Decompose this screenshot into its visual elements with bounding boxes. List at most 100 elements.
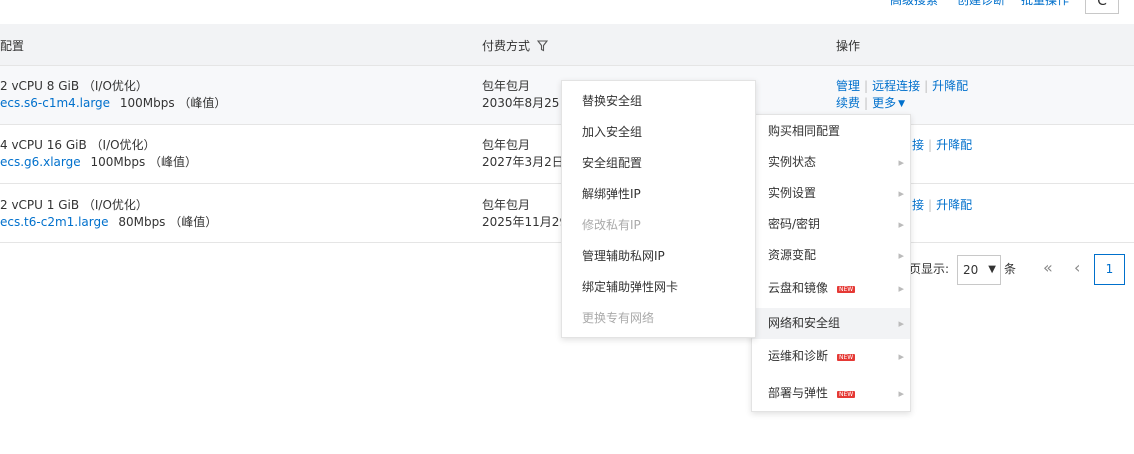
chevron-right-icon: ▸ — [898, 187, 904, 200]
network-menu-item-label: 绑定辅助弹性网卡 — [582, 280, 679, 294]
network-menu-item-label: 管理辅助私网IP — [582, 249, 665, 263]
resize-link[interactable]: 升降配 — [936, 198, 972, 212]
spec-detail: ecs.s6-c1m4.large 100Mbps （峰值） — [0, 95, 226, 112]
remote-connect-link-partial[interactable]: 接 — [912, 138, 924, 152]
table-header: 配置 付费方式 操作 — [0, 24, 1134, 66]
divider: | — [924, 79, 929, 93]
more-menu-item-label: 密码/密钥 — [768, 217, 821, 231]
billing-text: 包年包月 — [482, 79, 531, 93]
caret-down-icon: ▼ — [898, 99, 905, 109]
spec-text: 2 vCPU 8 GiB （I/O优化） — [0, 79, 148, 93]
divider: | — [864, 96, 869, 110]
expire-text: 2030年8月25日 — [482, 96, 572, 110]
instance-type-link[interactable]: ecs.t6-c2m1.large — [0, 215, 109, 229]
more-menu-item[interactable]: 网络和安全组 ▸ — [752, 308, 910, 339]
spec-detail: ecs.t6-c2m1.large 80Mbps （峰值） — [0, 214, 217, 231]
more-menu-item[interactable]: 运维和诊断 NEW ▸ — [752, 341, 910, 372]
more-menu-item-label: 运维和诊断 — [768, 349, 829, 363]
instance-type-link[interactable]: ecs.s6-c1m4.large — [0, 96, 110, 110]
more-label: 更多 — [872, 96, 897, 110]
header-config: 配置 — [0, 39, 25, 53]
more-menu-item[interactable]: 资源变配 ▸ — [752, 240, 910, 271]
new-badge: NEW — [837, 391, 856, 398]
billing-text: 包年包月 — [482, 138, 531, 152]
chevron-down-icon: ▼ — [988, 264, 996, 275]
network-submenu: 替换安全组加入安全组安全组配置解绑弹性IP 修改私有IP 管理辅助私网IP 绑定辅助弹… — [561, 80, 756, 338]
instance-type-link[interactable]: ecs.g6.xlarge — [0, 155, 81, 169]
more-menu-item-label: 购买相同配置 — [768, 124, 841, 138]
page-1-button[interactable]: 1 — [1094, 254, 1125, 285]
network-menu-item-label: 解绑弹性IP — [582, 187, 641, 201]
page-size-select[interactable]: 20 ▼ — [957, 255, 1001, 285]
create-diagnosis-link[interactable]: 创建诊断 — [957, 0, 1005, 8]
row-actions: 接 | 升降配 — [912, 197, 972, 214]
more-dropdown[interactable]: 更多 ▼ — [872, 96, 905, 110]
network-menu-item: 更换专有网络 — [562, 303, 755, 334]
bandwidth-text: 100Mbps （峰值） — [90, 155, 198, 169]
divider: | — [864, 79, 869, 93]
network-menu-item[interactable]: 替换安全组 — [562, 86, 755, 117]
row-actions: 接 | 升降配 — [912, 137, 972, 154]
row-actions-2: 续费 | 更多 ▼ — [836, 95, 905, 113]
toolbar: 高级搜索 创建诊断 批量操作 C — [0, 0, 1134, 24]
manage-link[interactable]: 管理 — [836, 79, 860, 93]
more-menu-item[interactable]: 实例状态 ▸ — [752, 147, 910, 178]
resize-link[interactable]: 升降配 — [936, 138, 972, 152]
header-billing: 付费方式 — [482, 37, 548, 55]
chevron-right-icon: ▸ — [898, 156, 904, 169]
network-menu-item-label: 更换专有网络 — [582, 311, 655, 325]
network-menu-item[interactable]: 管理辅助私网IP — [562, 241, 755, 272]
remote-connect-link[interactable]: 远程连接 — [872, 79, 920, 93]
bandwidth-text: 80Mbps （峰值） — [118, 215, 218, 229]
network-menu-item[interactable]: 加入安全组 — [562, 117, 755, 148]
new-badge: NEW — [837, 286, 856, 293]
more-menu-item-label: 网络和安全组 — [768, 316, 841, 330]
network-menu-item[interactable]: 安全组配置 — [562, 148, 755, 179]
chevron-right-icon: ▸ — [898, 350, 904, 363]
more-menu-item-label: 实例状态 — [768, 155, 817, 169]
row-actions: 管理 | 远程连接 | 升降配 — [836, 78, 968, 95]
network-menu-item-label: 修改私有IP — [582, 218, 641, 232]
more-menu-item[interactable]: 密码/密钥 ▸ — [752, 209, 910, 240]
more-menu-item-label: 实例设置 — [768, 186, 817, 200]
spec-detail: ecs.g6.xlarge 100Mbps （峰值） — [0, 154, 197, 171]
refresh-icon: C — [1097, 0, 1107, 9]
more-menu-item[interactable]: 部署与弹性 NEW ▸ — [752, 378, 910, 409]
more-menu-item[interactable]: 云盘和镜像 NEW ▸ — [752, 273, 910, 304]
expire-text: 2027年3月2日 — [482, 155, 564, 169]
network-menu-item[interactable]: 解绑弹性IP — [562, 179, 755, 210]
renew-link[interactable]: 续费 — [836, 96, 860, 110]
more-menu-item-label: 云盘和镜像 — [768, 281, 829, 295]
header-billing-label: 付费方式 — [482, 39, 531, 53]
more-menu: 购买相同配置 实例状态 ▸ 实例设置 ▸ 密码/密钥 ▸ 资源变配 ▸ 云盘和镜像 NEW ▸ 网络和安… — [751, 114, 911, 412]
more-menu-item-label: 部署与弹性 — [768, 386, 829, 400]
filter-icon[interactable] — [536, 40, 548, 55]
spec-text: 2 vCPU 1 GiB （I/O优化） — [0, 198, 148, 212]
network-menu-item: 修改私有IP — [562, 210, 755, 241]
billing-text: 包年包月 — [482, 198, 531, 212]
prev-page-button[interactable]: ‹ — [1074, 259, 1080, 276]
advanced-search-link[interactable]: 高级搜索 — [890, 0, 938, 8]
first-page-button[interactable]: « — [1043, 259, 1053, 276]
per-page-unit: 条 — [1004, 262, 1017, 276]
network-menu-item-label: 加入安全组 — [582, 125, 643, 139]
chevron-right-icon: ▸ — [898, 282, 904, 295]
chevron-right-icon: ▸ — [898, 387, 904, 400]
network-menu-item-label: 替换安全组 — [582, 94, 643, 108]
per-page-label: 页显示: — [909, 262, 950, 276]
chevron-right-icon: ▸ — [898, 249, 904, 262]
new-badge: NEW — [837, 354, 856, 361]
divider: | — [928, 198, 933, 212]
remote-connect-link-partial[interactable]: 接 — [912, 198, 924, 212]
refresh-button[interactable]: C — [1085, 0, 1119, 14]
more-menu-item[interactable]: 购买相同配置 — [752, 116, 910, 147]
bandwidth-text: 100Mbps （峰值） — [119, 96, 227, 110]
more-menu-item[interactable]: 实例设置 ▸ — [752, 178, 910, 209]
more-menu-item-label: 资源变配 — [768, 248, 817, 262]
network-menu-item-label: 安全组配置 — [582, 156, 643, 170]
resize-link[interactable]: 升降配 — [932, 79, 968, 93]
batch-ops-link[interactable]: 批量操作 — [1021, 0, 1069, 8]
spec-text: 4 vCPU 16 GiB （I/O优化） — [0, 138, 156, 152]
network-menu-item[interactable]: 绑定辅助弹性网卡 — [562, 272, 755, 303]
chevron-right-icon: ▸ — [898, 218, 904, 231]
